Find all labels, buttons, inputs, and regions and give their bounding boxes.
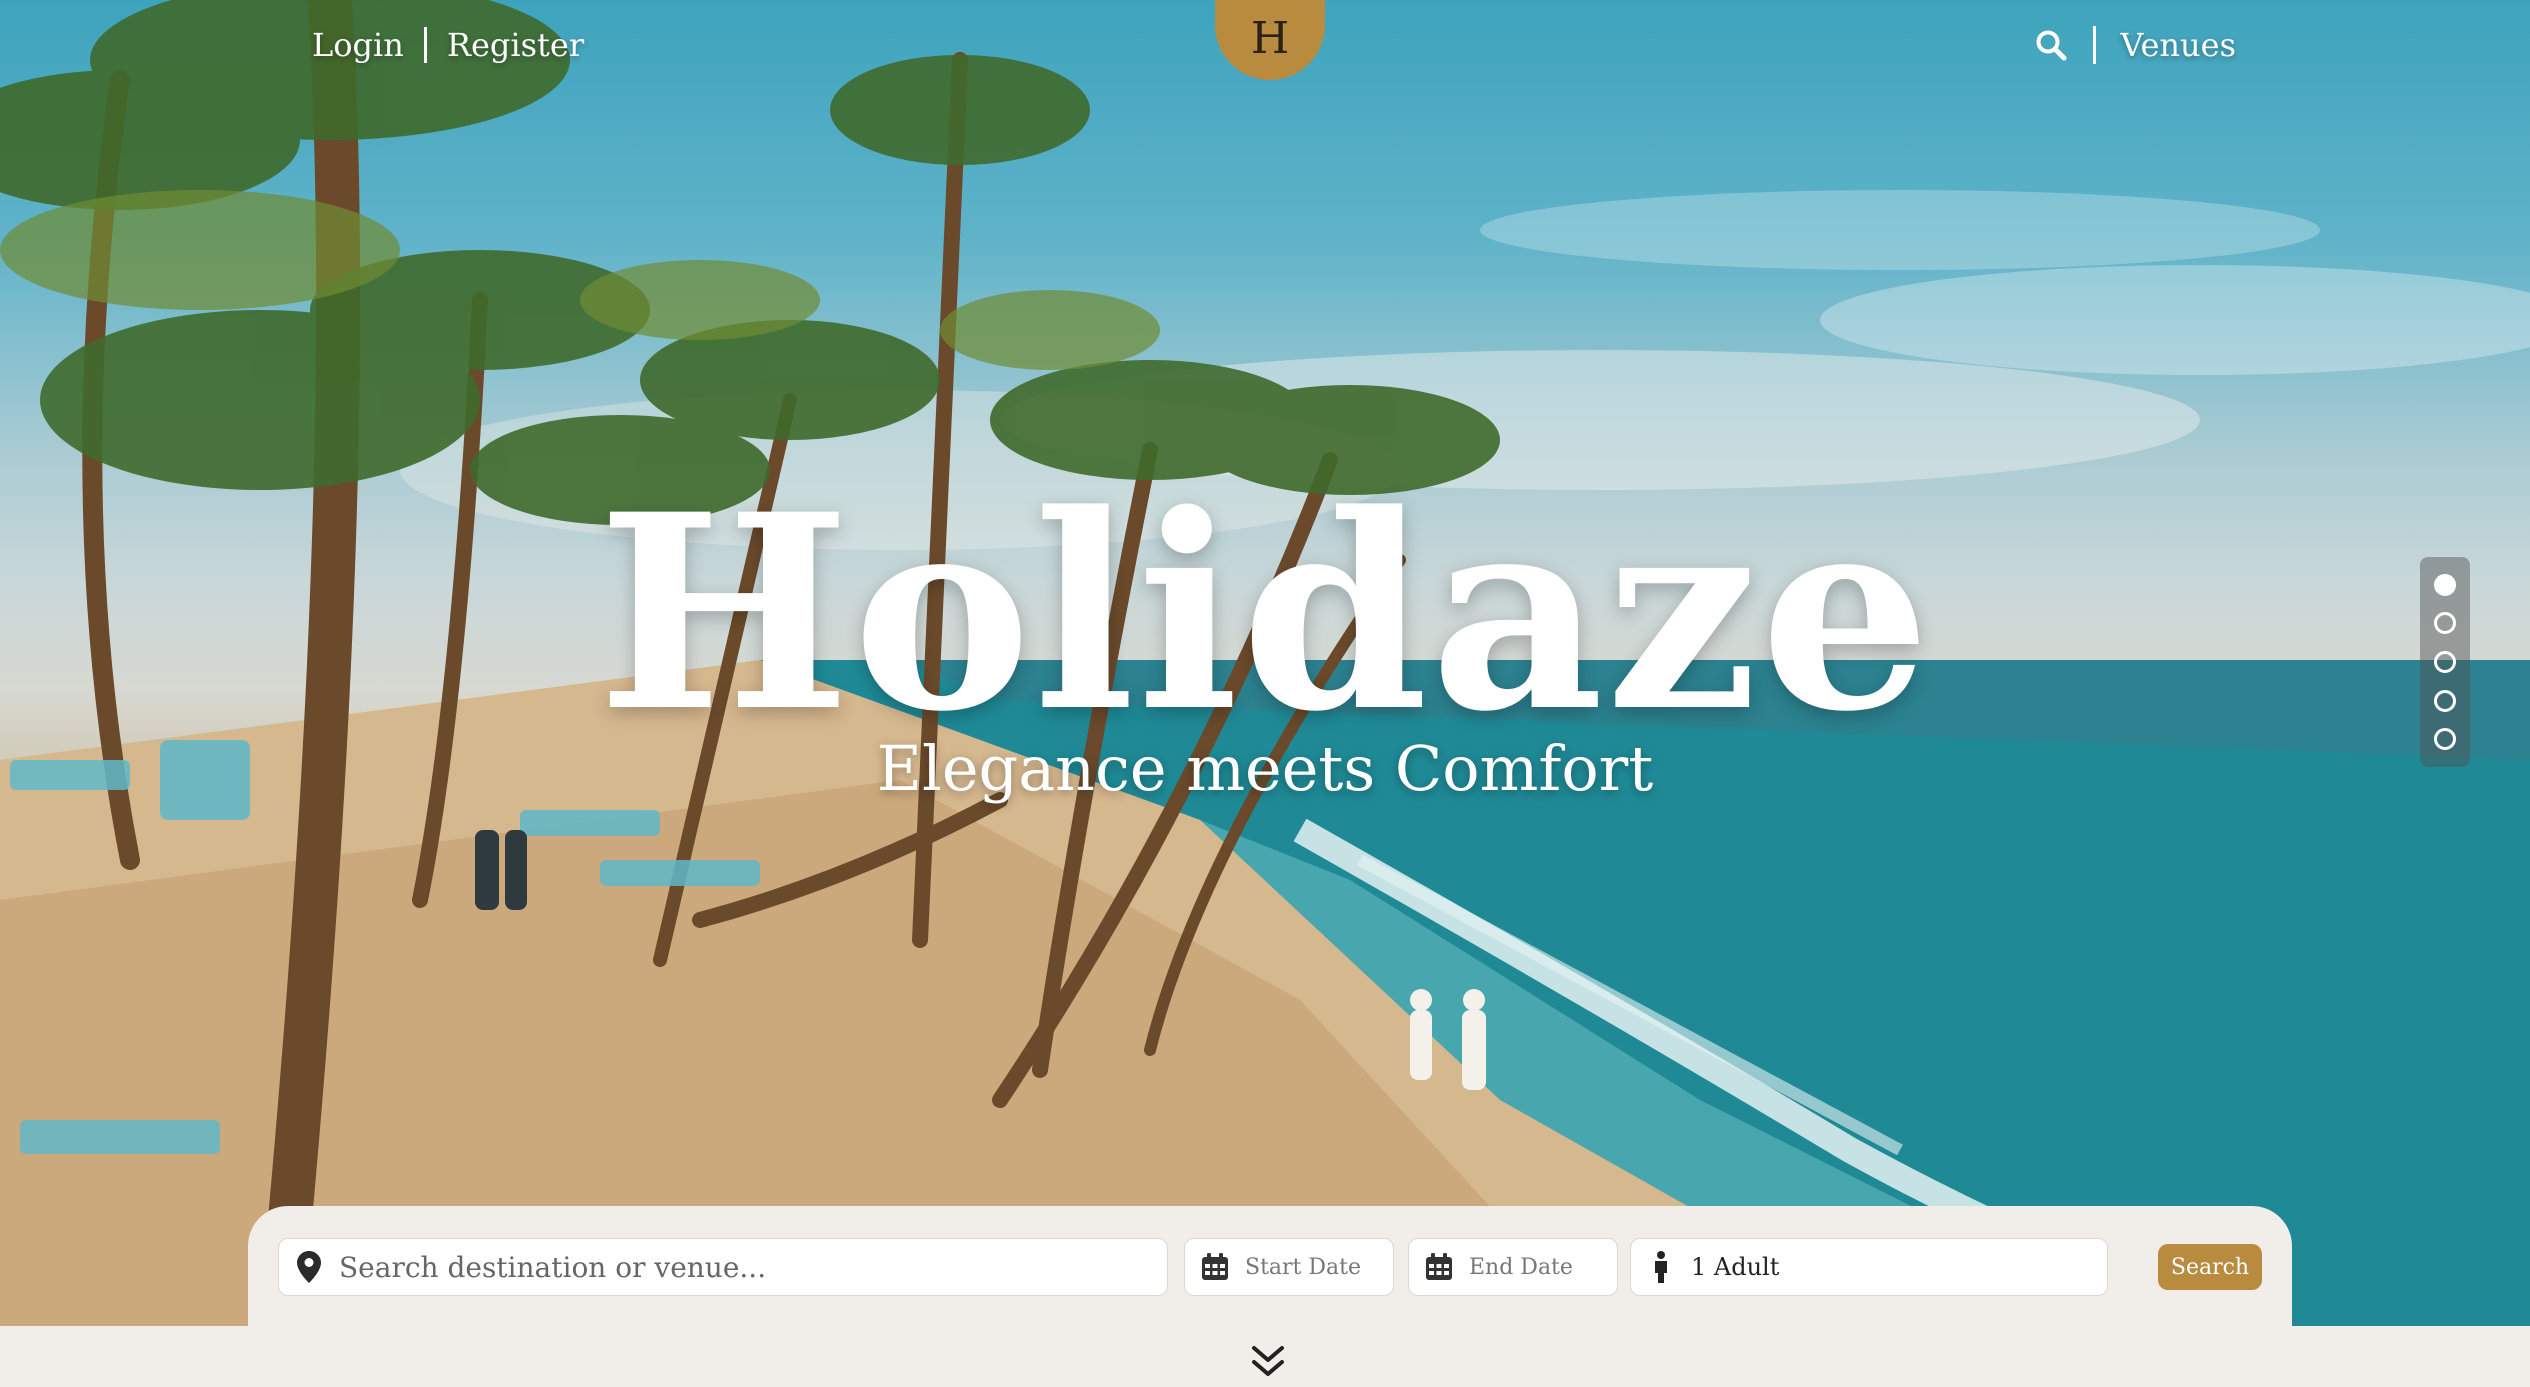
start-date-placeholder: Start Date — [1245, 1254, 1361, 1280]
auth-links: Login Register — [312, 22, 584, 68]
end-date-field[interactable]: End Date — [1408, 1238, 1618, 1296]
login-link[interactable]: Login — [312, 26, 404, 64]
main-nav: Venues — [2033, 22, 2236, 68]
register-link[interactable]: Register — [447, 26, 584, 64]
destination-placeholder: Search destination or venue... — [339, 1250, 767, 1284]
person-icon — [1645, 1251, 1677, 1283]
calendar-icon — [1199, 1251, 1231, 1283]
logo-letter: H — [1250, 12, 1290, 64]
hero-subtitle: Elegance meets Comfort — [876, 732, 1654, 805]
search-icon[interactable] — [2033, 27, 2069, 63]
guests-value: 1 Adult — [1691, 1253, 1780, 1281]
nav-divider — [423, 27, 427, 63]
calendar-icon — [1423, 1251, 1455, 1283]
guests-field[interactable]: 1 Adult — [1630, 1238, 2108, 1296]
hero-banner: Login Register H Venues Holidaze Eleganc… — [0, 0, 2530, 1326]
slide-dot-4[interactable] — [2434, 689, 2456, 712]
slide-dot-3[interactable] — [2434, 650, 2456, 673]
destination-search-field[interactable]: Search destination or venue... — [278, 1238, 1168, 1296]
slide-dot-2[interactable] — [2434, 612, 2456, 635]
slide-dot-1[interactable] — [2434, 573, 2456, 596]
venues-link[interactable]: Venues — [2120, 26, 2236, 64]
hero-title: Holidaze — [597, 456, 1933, 771]
start-date-field[interactable]: Start Date — [1184, 1238, 1394, 1296]
scroll-down-icon[interactable] — [1250, 1342, 1286, 1382]
map-pin-icon — [293, 1251, 325, 1283]
nav-divider — [2093, 26, 2097, 64]
search-button[interactable]: Search — [2158, 1244, 2262, 1290]
slide-dot-5[interactable] — [2434, 728, 2456, 751]
end-date-placeholder: End Date — [1469, 1254, 1573, 1280]
slide-indicator — [2420, 557, 2470, 767]
